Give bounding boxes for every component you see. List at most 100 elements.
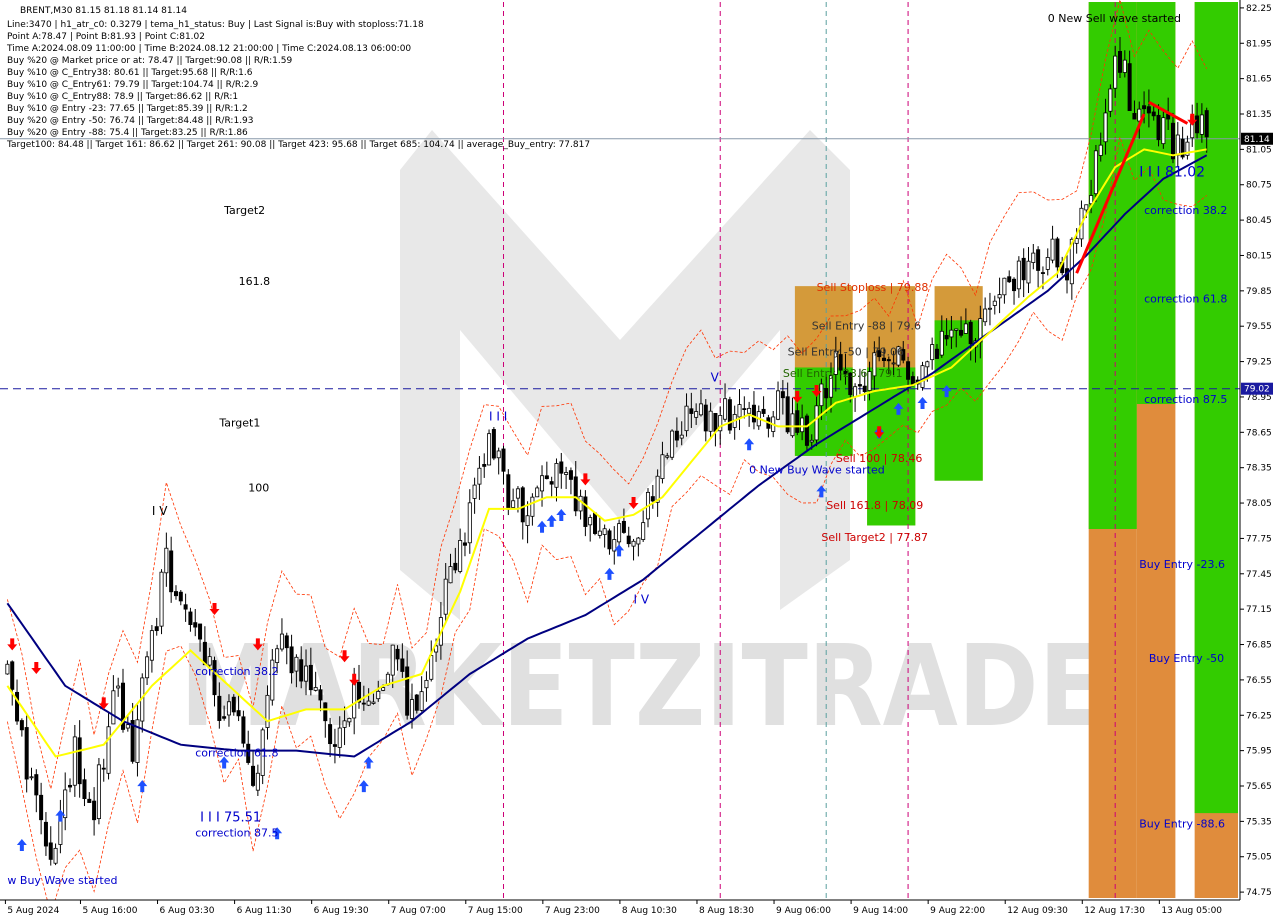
price-tick-label: 79.25	[1246, 358, 1272, 368]
candle-body	[694, 411, 699, 418]
candle-body	[178, 591, 183, 602]
candle-body	[602, 528, 607, 535]
candle-body	[641, 522, 646, 540]
candle-body	[424, 679, 429, 689]
info-line: Buy %20 @ Entry -88: 75.4 || Target:83.2…	[7, 128, 248, 138]
candle-body	[125, 724, 130, 729]
candle-body	[390, 644, 395, 676]
chart-annotation: Sell 161.8 | 78.09	[826, 499, 923, 512]
candle-body	[1170, 122, 1175, 160]
candle-body	[525, 515, 530, 526]
signal-zone	[1136, 2, 1176, 405]
candle-body	[63, 789, 68, 819]
candle-body	[376, 690, 381, 700]
chart-annotation: 100	[248, 481, 269, 494]
info-line: Buy %20 @ Entry -50: 76.74 || Target:84.…	[7, 116, 254, 126]
candle-body	[857, 384, 862, 387]
candle-body	[934, 348, 939, 359]
candle-body	[665, 455, 670, 458]
candle-body	[217, 695, 222, 721]
candle-body	[467, 502, 472, 544]
price-tick-label: 76.85	[1246, 641, 1272, 651]
price-tick-label: 77.15	[1246, 605, 1272, 615]
level-badge-label: 79.02	[1244, 385, 1270, 395]
chart-annotation: 161.8	[239, 275, 271, 288]
candle-body	[1113, 55, 1118, 89]
candle-body	[795, 410, 800, 433]
candle-body	[337, 727, 342, 748]
candle-body	[462, 542, 467, 546]
candle-body	[159, 571, 164, 627]
candle-body	[1122, 59, 1127, 73]
price-tick-label: 75.35	[1246, 817, 1272, 827]
candle-body	[289, 646, 294, 674]
candle-body	[19, 720, 24, 731]
candle-body	[790, 413, 795, 437]
candle-body	[987, 307, 992, 310]
candle-body	[1084, 204, 1089, 211]
price-tick-label: 76.55	[1246, 676, 1272, 686]
candle-body	[164, 547, 169, 574]
candle-body	[87, 798, 92, 803]
candle-body	[1050, 238, 1055, 261]
candle-body	[1089, 195, 1094, 205]
candle-body	[506, 474, 511, 510]
price-tick-label: 79.55	[1246, 322, 1272, 332]
candle-body	[713, 413, 718, 432]
current-badge-label: 81.14	[1244, 135, 1270, 145]
candle-body	[742, 408, 747, 411]
candle-body	[77, 737, 82, 785]
candle-body	[689, 408, 694, 414]
price-tick-label: 78.65	[1246, 428, 1272, 438]
candle-body	[501, 448, 506, 472]
candle-body	[727, 399, 732, 431]
candle-body	[992, 300, 997, 306]
candle-body	[650, 496, 655, 502]
candle-body	[853, 386, 858, 398]
candle-body	[549, 481, 554, 485]
candle-body	[472, 484, 477, 499]
time-tick-label: 8 Aug 18:30	[699, 906, 754, 916]
candle-body	[809, 439, 814, 443]
candle-body	[149, 630, 154, 661]
candle-body	[458, 540, 463, 572]
candle-body	[173, 591, 178, 597]
info-line: Buy %10 @ C_Entry38: 80.61 || Target:95.…	[7, 68, 253, 78]
candle-body	[443, 578, 448, 615]
candle-body	[381, 687, 386, 691]
candle-body	[944, 335, 949, 340]
price-tick-label: 76.25	[1246, 711, 1272, 721]
candle-body	[607, 530, 612, 550]
candle-body	[68, 784, 73, 788]
candle-body	[930, 344, 935, 361]
time-tick-label: 9 Aug 14:00	[853, 906, 908, 916]
candle-body	[588, 517, 593, 526]
candle-body	[361, 702, 366, 705]
candle-body	[265, 694, 270, 728]
candle-body	[1142, 105, 1147, 110]
chart-annotation: Sell Target2 | 77.87	[821, 531, 928, 544]
chart-annotation: Target1	[218, 416, 260, 429]
candle-body	[983, 308, 988, 323]
time-tick-label: 12 Aug 09:30	[1007, 906, 1068, 916]
candle-body	[886, 359, 891, 362]
candle-body	[747, 407, 752, 414]
candle-body	[154, 626, 159, 632]
price-tick-label: 74.75	[1246, 888, 1272, 898]
info-line: Target100: 84.48 || Target 161: 86.62 ||…	[6, 140, 590, 150]
candle-body	[511, 500, 516, 508]
chart-annotation: Sell Stoploss | 79.88	[817, 281, 929, 294]
candle-body	[1156, 114, 1161, 141]
candle-body	[299, 659, 304, 682]
chart-annotation: Buy Entry -50	[1149, 652, 1224, 665]
chart-annotation: correction 61.8	[1144, 293, 1227, 306]
candle-body	[737, 404, 742, 418]
candle-body	[318, 689, 323, 701]
candle-body	[304, 665, 309, 682]
price-tick-label: 80.45	[1246, 216, 1272, 226]
candle-body	[222, 716, 227, 719]
candle-body	[535, 487, 540, 498]
candle-body	[482, 464, 487, 467]
chart-annotation: Sell Entry -50 | 79.06	[788, 346, 904, 359]
candle-body	[824, 388, 829, 399]
